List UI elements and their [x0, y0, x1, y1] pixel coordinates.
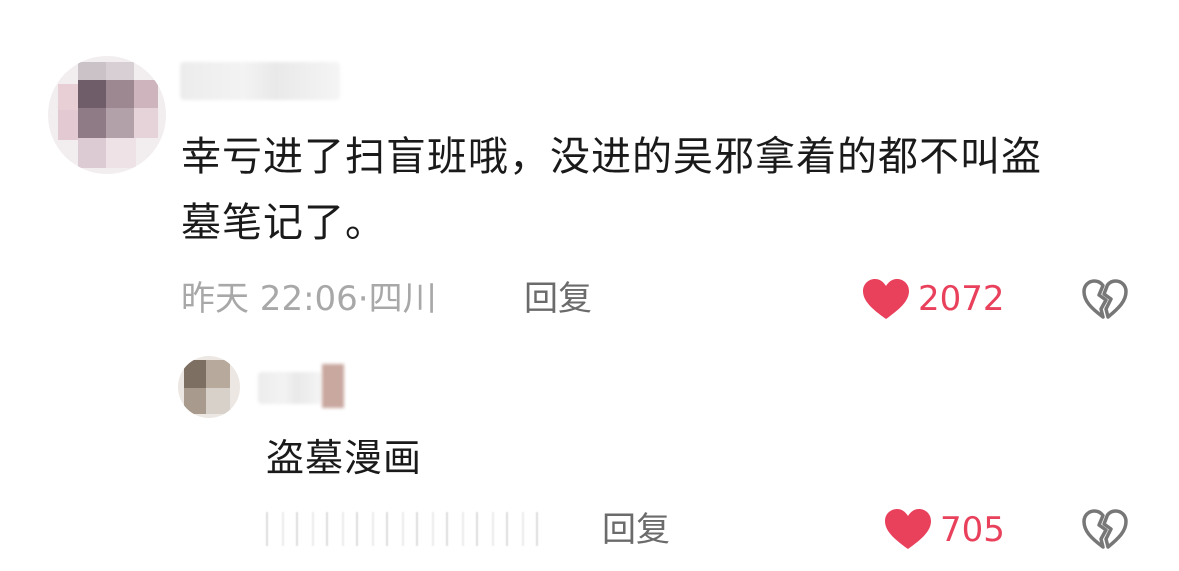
- reply-like-count: 705: [940, 510, 1005, 550]
- broken-heart-icon: [1081, 278, 1129, 320]
- heart-icon: [884, 508, 932, 550]
- comment-like-count: 2072: [918, 279, 1005, 319]
- replier-avatar[interactable]: [178, 356, 240, 418]
- comment-timestamp: 昨天 22:06: [181, 279, 358, 319]
- commenter-name-blurred[interactable]: [180, 62, 340, 100]
- comment-text: 幸亏进了扫盲班哦，没进的吴邪拿着的都不叫盗 墓笔记了。: [181, 124, 1141, 256]
- comment-text-line2: 墓笔记了。: [181, 200, 386, 246]
- commenter-avatar[interactable]: [48, 56, 166, 174]
- replier-name-blurred-extra: [322, 364, 344, 408]
- comment-text-line1: 幸亏进了扫盲班哦，没进的吴邪拿着的都不叫盗: [181, 134, 1042, 180]
- reply-like-button[interactable]: [884, 508, 932, 550]
- reply-dislike-button[interactable]: [1081, 508, 1129, 550]
- comment-dislike-button[interactable]: [1081, 278, 1129, 320]
- comment-like-button[interactable]: [862, 278, 910, 320]
- reply-meta-blurred: [266, 512, 546, 546]
- meta-separator: ·: [357, 279, 369, 319]
- heart-icon: [862, 278, 910, 320]
- comment-reply-button[interactable]: 回复: [524, 279, 592, 319]
- reply-text: 盗墓漫画: [266, 436, 423, 480]
- reply-reply-button[interactable]: 回复: [602, 510, 670, 550]
- replier-name-blurred[interactable]: [258, 372, 322, 404]
- comment-meta: 昨天 22:06·四川: [181, 279, 437, 319]
- comment-location: 四川: [368, 279, 437, 319]
- broken-heart-icon: [1081, 508, 1129, 550]
